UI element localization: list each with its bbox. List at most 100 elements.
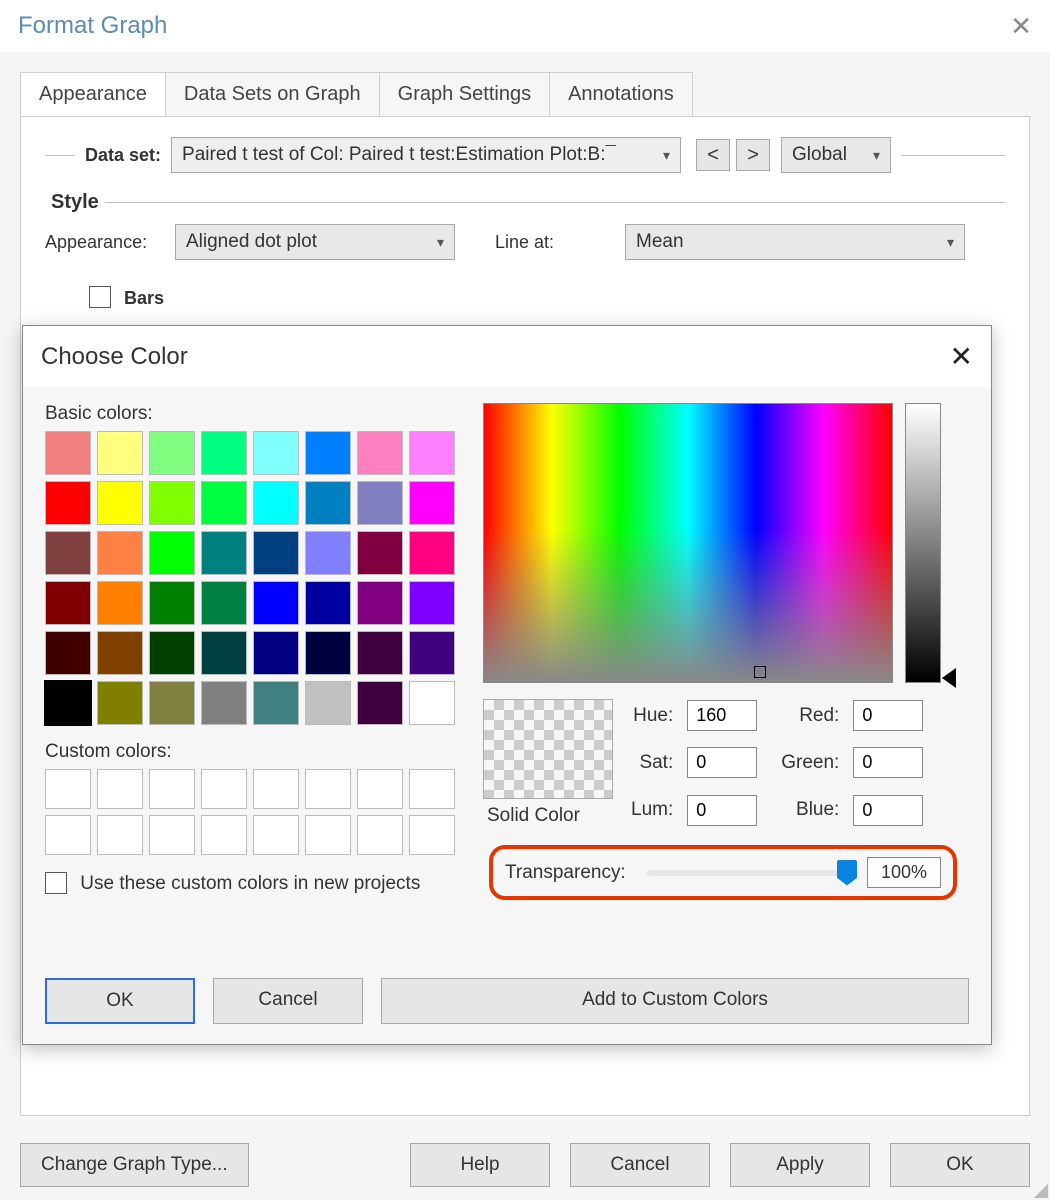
custom-color-swatch[interactable] (409, 769, 455, 809)
basic-color-swatch[interactable] (253, 631, 299, 675)
custom-color-swatch[interactable] (97, 815, 143, 855)
custom-color-swatch[interactable] (149, 769, 195, 809)
basic-color-swatch[interactable] (201, 581, 247, 625)
basic-color-swatch[interactable] (409, 581, 455, 625)
basic-color-swatch[interactable] (97, 431, 143, 475)
basic-color-swatch[interactable] (305, 481, 351, 525)
basic-color-swatch[interactable] (357, 531, 403, 575)
chevron-down-icon: ▾ (437, 234, 444, 251)
blue-input[interactable] (853, 795, 923, 826)
basic-color-swatch[interactable] (253, 531, 299, 575)
green-input[interactable] (853, 747, 923, 778)
lum-label: Lum: (631, 799, 673, 821)
basic-color-swatch[interactable] (357, 681, 403, 725)
custom-color-swatch[interactable] (357, 815, 403, 855)
close-icon[interactable]: ✕ (950, 340, 973, 373)
basic-color-swatch[interactable] (253, 681, 299, 725)
basic-color-swatch[interactable] (149, 681, 195, 725)
basic-color-swatch[interactable] (201, 531, 247, 575)
basic-color-swatch[interactable] (149, 431, 195, 475)
custom-color-swatch[interactable] (201, 769, 247, 809)
custom-color-swatch[interactable] (305, 815, 351, 855)
hue-input[interactable] (687, 700, 757, 731)
sat-input[interactable] (687, 747, 757, 778)
custom-color-swatch[interactable] (253, 769, 299, 809)
resize-grip-icon[interactable] (1030, 1180, 1048, 1198)
apply-button[interactable]: Apply (730, 1143, 870, 1187)
line-at-select[interactable]: Mean ▾ (625, 224, 965, 260)
basic-color-swatch[interactable] (409, 681, 455, 725)
tab-data-sets[interactable]: Data Sets on Graph (166, 72, 380, 116)
basic-color-swatch[interactable] (253, 431, 299, 475)
dataset-select[interactable]: Paired t test of Col: Paired t test:Esti… (171, 137, 681, 173)
basic-color-swatch[interactable] (409, 631, 455, 675)
dataset-scope-select[interactable]: Global ▾ (781, 137, 891, 173)
basic-color-swatch[interactable] (97, 481, 143, 525)
custom-color-swatch[interactable] (409, 815, 455, 855)
ok-button[interactable]: OK (890, 1143, 1030, 1187)
appearance-select[interactable]: Aligned dot plot ▾ (175, 224, 455, 260)
close-icon[interactable]: ✕ (1010, 13, 1032, 39)
basic-color-swatch[interactable] (409, 531, 455, 575)
basic-color-swatch[interactable] (357, 431, 403, 475)
basic-color-swatch[interactable] (253, 581, 299, 625)
custom-colors-label: Custom colors: (45, 741, 465, 763)
basic-color-swatch[interactable] (357, 581, 403, 625)
basic-color-swatch[interactable] (45, 631, 91, 675)
basic-color-swatch[interactable] (253, 481, 299, 525)
tab-appearance[interactable]: Appearance (20, 72, 166, 116)
basic-color-swatch[interactable] (45, 681, 91, 725)
lum-input[interactable] (687, 795, 757, 826)
custom-color-swatch[interactable] (45, 815, 91, 855)
add-to-custom-button[interactable]: Add to Custom Colors (381, 978, 969, 1024)
dialog-ok-button[interactable]: OK (45, 978, 195, 1024)
custom-color-swatch[interactable] (97, 769, 143, 809)
luminance-bar[interactable] (905, 403, 941, 683)
basic-color-swatch[interactable] (97, 581, 143, 625)
basic-color-swatch[interactable] (357, 631, 403, 675)
transparency-slider[interactable] (646, 870, 857, 876)
basic-color-swatch[interactable] (97, 681, 143, 725)
basic-color-swatch[interactable] (409, 481, 455, 525)
basic-color-swatch[interactable] (409, 431, 455, 475)
color-spectrum[interactable] (483, 403, 893, 683)
dialog-cancel-button[interactable]: Cancel (213, 978, 363, 1024)
basic-color-swatch[interactable] (305, 531, 351, 575)
custom-color-swatch[interactable] (201, 815, 247, 855)
basic-color-swatch[interactable] (201, 481, 247, 525)
basic-color-swatch[interactable] (305, 631, 351, 675)
use-custom-checkbox[interactable] (45, 872, 67, 894)
basic-color-swatch[interactable] (97, 531, 143, 575)
custom-color-swatch[interactable] (253, 815, 299, 855)
basic-color-swatch[interactable] (357, 481, 403, 525)
change-graph-type-button[interactable]: Change Graph Type... (20, 1143, 249, 1187)
transparency-value[interactable]: 100% (867, 857, 941, 888)
basic-color-swatch[interactable] (201, 631, 247, 675)
red-input[interactable] (853, 700, 923, 731)
dataset-next-button[interactable]: > (736, 139, 770, 171)
basic-color-swatch[interactable] (149, 481, 195, 525)
bars-checkbox[interactable] (89, 286, 111, 308)
custom-color-swatch[interactable] (45, 769, 91, 809)
cancel-button[interactable]: Cancel (570, 1143, 710, 1187)
basic-color-swatch[interactable] (305, 581, 351, 625)
tab-graph-settings[interactable]: Graph Settings (380, 72, 550, 116)
basic-color-swatch[interactable] (149, 581, 195, 625)
basic-color-swatch[interactable] (305, 431, 351, 475)
basic-color-swatch[interactable] (45, 481, 91, 525)
custom-color-swatch[interactable] (357, 769, 403, 809)
basic-color-swatch[interactable] (201, 431, 247, 475)
basic-color-swatch[interactable] (149, 631, 195, 675)
basic-color-swatch[interactable] (97, 631, 143, 675)
basic-color-swatch[interactable] (45, 531, 91, 575)
custom-color-swatch[interactable] (305, 769, 351, 809)
basic-color-swatch[interactable] (149, 531, 195, 575)
help-button[interactable]: Help (410, 1143, 550, 1187)
basic-color-swatch[interactable] (45, 581, 91, 625)
dataset-prev-button[interactable]: < (696, 139, 730, 171)
basic-color-swatch[interactable] (201, 681, 247, 725)
custom-color-swatch[interactable] (149, 815, 195, 855)
basic-color-swatch[interactable] (45, 431, 91, 475)
basic-color-swatch[interactable] (305, 681, 351, 725)
tab-annotations[interactable]: Annotations (550, 72, 693, 116)
